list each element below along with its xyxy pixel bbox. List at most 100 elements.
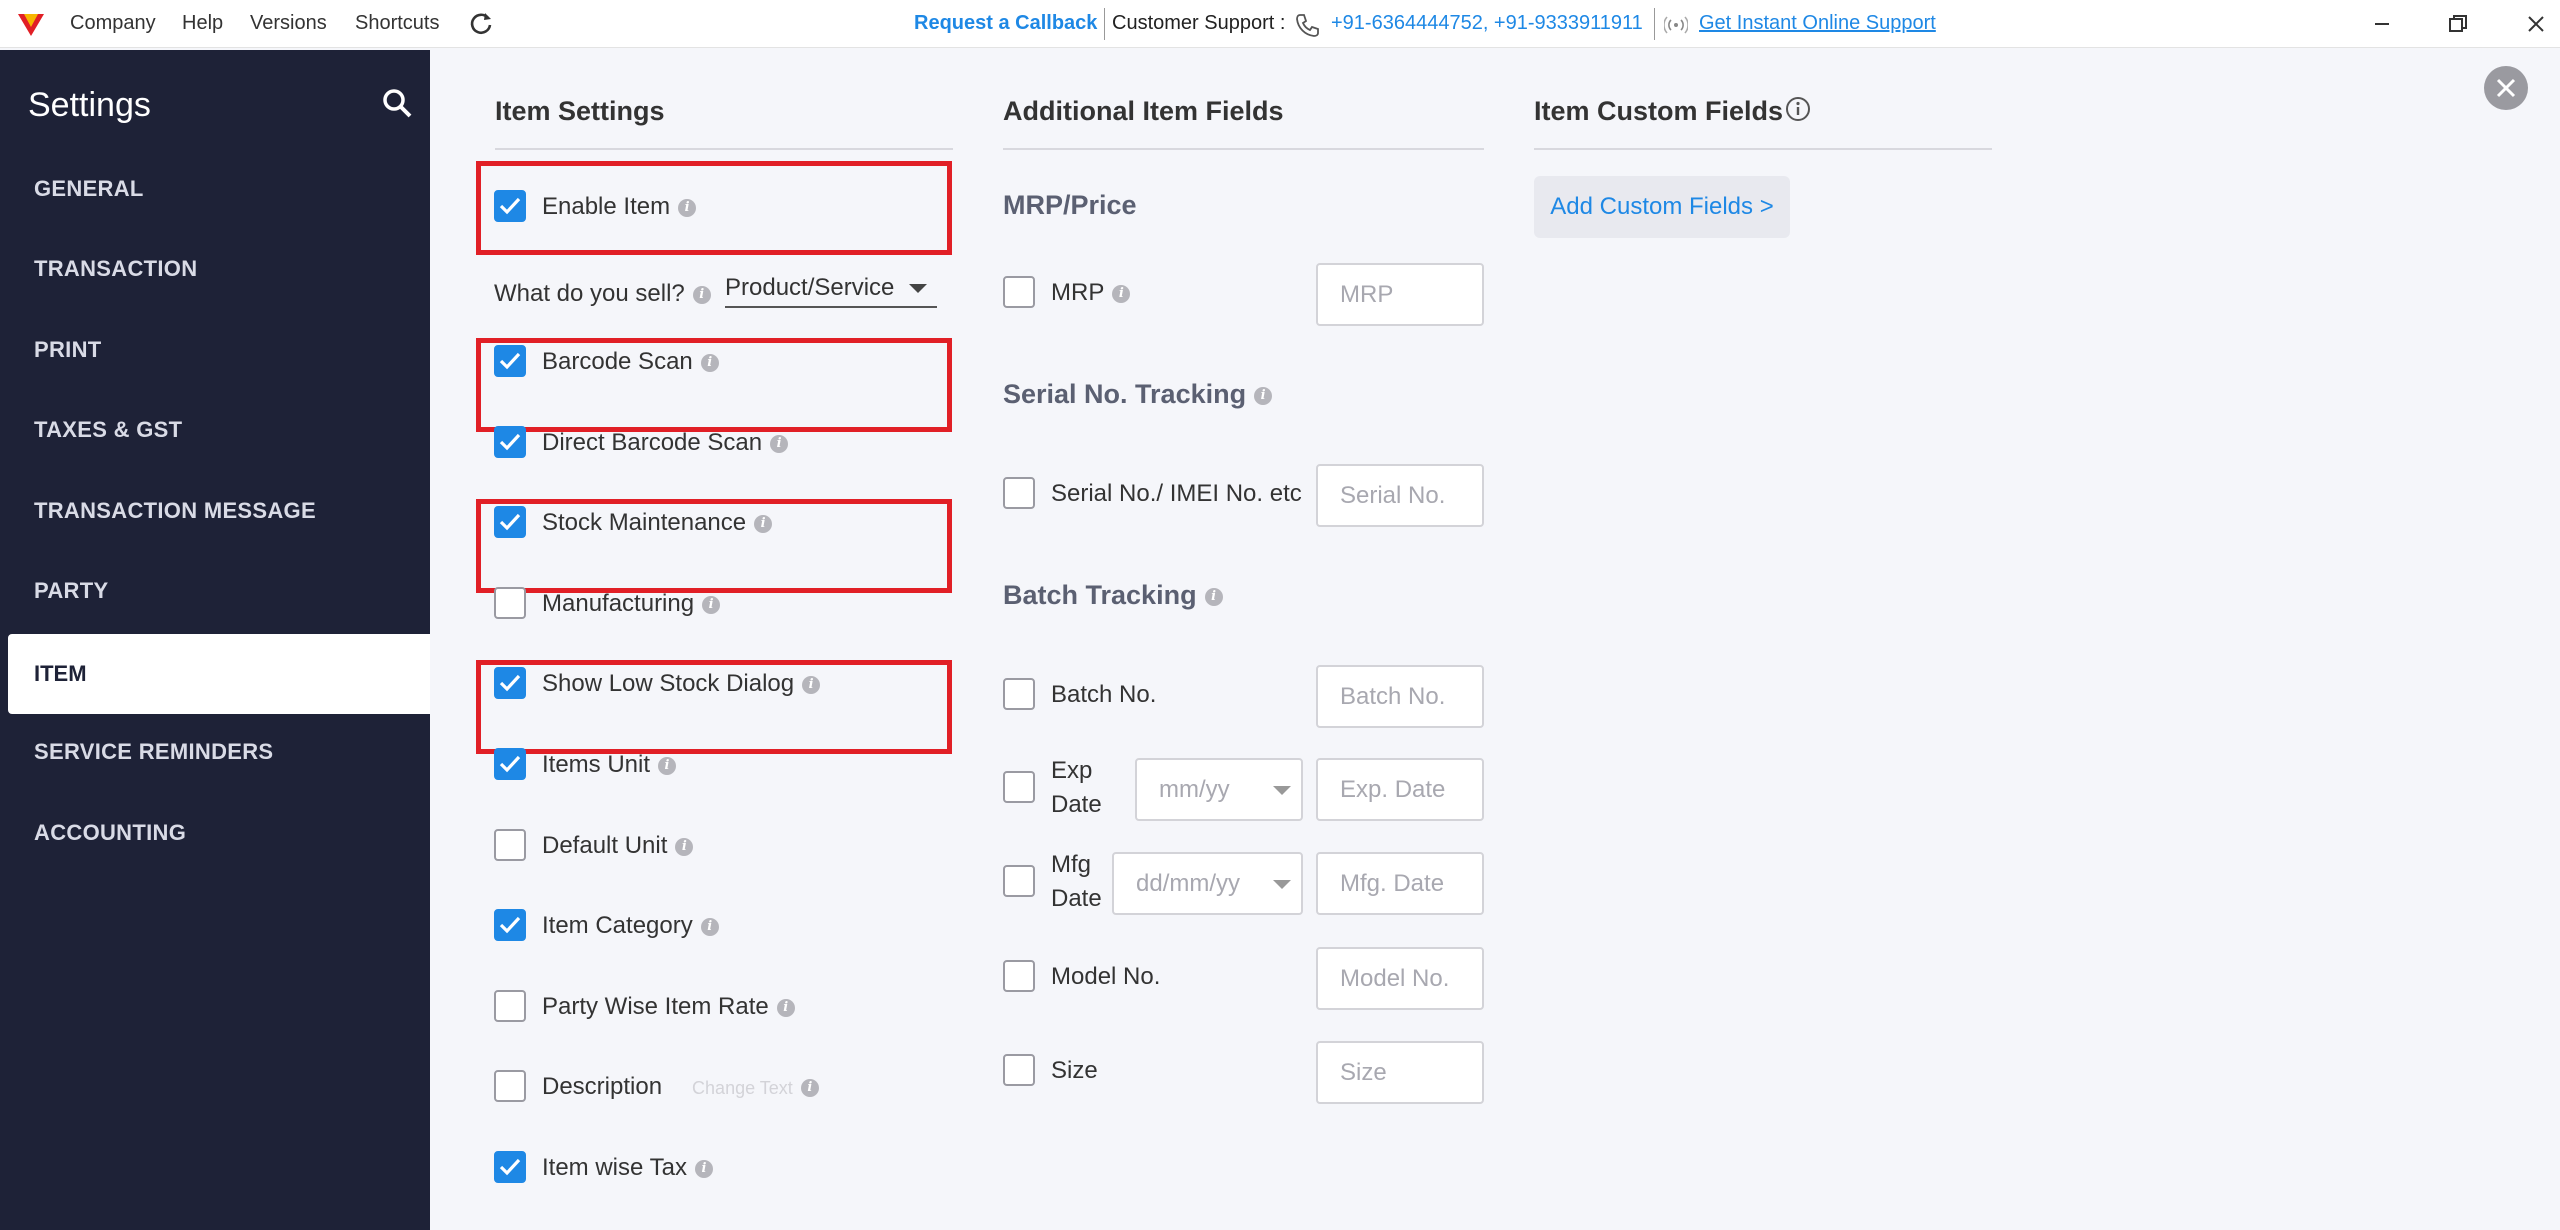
mrp-checkbox[interactable]	[1003, 276, 1035, 308]
info-icon[interactable]: i	[702, 595, 721, 614]
model-input[interactable]	[1318, 949, 1482, 1008]
size-input[interactable]	[1318, 1043, 1482, 1102]
change-text-link[interactable]: Change Text	[692, 1068, 793, 1108]
serial-row: Serial No./ IMEI No. etc	[1003, 474, 1313, 514]
info-icon[interactable]: i	[770, 434, 789, 453]
model-checkbox[interactable]	[1003, 960, 1035, 992]
sidebar-title: Settings	[28, 86, 151, 124]
default-unit-checkbox[interactable]	[494, 829, 526, 861]
close-window-icon[interactable]	[2520, 8, 2552, 40]
restore-icon[interactable]	[2442, 8, 2474, 40]
info-icon[interactable]: i	[694, 1159, 713, 1178]
enable-item-label: Enable Item i	[542, 187, 697, 227]
enable-item-checkbox[interactable]	[494, 190, 526, 222]
show-low-stock-dialog-checkbox[interactable]	[494, 667, 526, 699]
info-icon[interactable]: i	[1254, 386, 1273, 405]
info-icon[interactable]: i	[800, 1078, 819, 1097]
exp-date-label: Exp Date	[1051, 757, 1102, 818]
request-callback-link[interactable]: Request a Callback	[914, 0, 1097, 48]
add-custom-fields-button[interactable]: Add Custom Fields >	[1534, 176, 1790, 238]
item-category-label: Item Category i	[542, 906, 719, 946]
refresh-icon[interactable]	[468, 10, 494, 36]
search-icon[interactable]	[380, 86, 414, 120]
info-icon[interactable]: i	[802, 675, 821, 694]
size-checkbox[interactable]	[1003, 1054, 1035, 1086]
menu-help[interactable]: Help	[182, 0, 223, 48]
stock-maintenance-row: Stock Maintenance i	[494, 503, 934, 543]
info-icon[interactable]: i	[776, 998, 795, 1017]
mrp-input[interactable]	[1318, 265, 1482, 324]
sidebar-item-transaction[interactable]: TRANSACTION	[34, 249, 197, 289]
info-circle-icon[interactable]	[1785, 96, 1811, 122]
exp-format-value: mm/yy	[1159, 776, 1230, 803]
app-logo-icon	[18, 14, 44, 36]
info-icon[interactable]: i	[1204, 587, 1223, 606]
item-category-checkbox[interactable]	[494, 909, 526, 941]
info-icon[interactable]: i	[754, 514, 773, 533]
items-unit-label: Items Unit i	[542, 745, 677, 785]
default-unit-row: Default Unit i	[494, 826, 934, 866]
show-low-stock-dialog-row: Show Low Stock Dialog i	[494, 664, 934, 704]
menu-company[interactable]: Company	[70, 0, 156, 48]
divider	[495, 148, 953, 150]
additional-fields-heading: Additional Item Fields	[1003, 96, 1284, 126]
mfg-date-input[interactable]	[1318, 854, 1482, 913]
info-icon[interactable]: i	[1112, 284, 1131, 303]
items-unit-checkbox[interactable]	[494, 748, 526, 780]
batch-row: Batch No.	[1003, 675, 1303, 715]
online-support-link[interactable]: Get Instant Online Support	[1699, 0, 1936, 48]
minimize-icon[interactable]	[2366, 8, 2398, 40]
sidebar-item-service-reminders[interactable]: SERVICE REMINDERS	[34, 732, 273, 772]
menu-shortcuts[interactable]: Shortcuts	[355, 0, 439, 48]
stock-maintenance-checkbox[interactable]	[494, 506, 526, 538]
barcode-scan-label: Barcode Scan i	[542, 342, 719, 382]
item-settings-heading: Item Settings	[495, 96, 665, 126]
size-input-box	[1316, 1041, 1484, 1104]
close-settings-button[interactable]	[2484, 66, 2528, 110]
batch-label: Batch No.	[1051, 681, 1157, 708]
batch-input[interactable]	[1318, 667, 1482, 726]
manufacturing-checkbox[interactable]	[494, 587, 526, 619]
info-icon[interactable]: i	[675, 837, 694, 856]
sidebar-item-general[interactable]: GENERAL	[34, 169, 144, 209]
sidebar-item-print[interactable]: PRINT	[34, 330, 102, 370]
mfg-date-checkbox[interactable]	[1003, 865, 1035, 897]
sidebar-item-item[interactable]: ITEM	[8, 634, 430, 714]
party-wise-item-rate-checkbox[interactable]	[494, 990, 526, 1022]
exp-date-input[interactable]	[1318, 760, 1482, 819]
support-phones[interactable]: +91-6364444752, +91-9333911911	[1331, 0, 1643, 48]
mfg-format-select[interactable]: dd/mm/yy	[1112, 852, 1303, 915]
sidebar-item-party[interactable]: PARTY	[34, 571, 108, 611]
info-icon[interactable]: i	[692, 285, 711, 304]
sidebar-item-accounting[interactable]: ACCOUNTING	[34, 813, 186, 853]
batch-tracking-heading: Batch Tracking i	[1003, 580, 1223, 611]
info-icon[interactable]: i	[700, 917, 719, 936]
item-wise-tax-checkbox[interactable]	[494, 1151, 526, 1183]
model-input-box	[1316, 947, 1484, 1010]
menu-versions[interactable]: Versions	[250, 0, 327, 48]
mfg-format-value: dd/mm/yy	[1136, 870, 1241, 897]
mrp-heading: MRP/Price	[1003, 190, 1137, 220]
sidebar-item-transaction-message[interactable]: TRANSACTION MESSAGE	[34, 491, 316, 531]
sidebar-item-taxes-gst[interactable]: TAXES & GST	[34, 410, 182, 450]
description-checkbox[interactable]	[494, 1070, 526, 1102]
serial-input[interactable]	[1318, 466, 1482, 525]
divider	[1104, 8, 1105, 40]
what-sell-select[interactable]: Product/Service	[725, 268, 937, 308]
barcode-scan-checkbox[interactable]	[494, 345, 526, 377]
exp-date-checkbox[interactable]	[1003, 771, 1035, 803]
serial-checkbox[interactable]	[1003, 477, 1035, 509]
mrp-label: MRP i	[1051, 273, 1131, 313]
item-wise-tax-label: Item wise Tax i	[542, 1148, 713, 1188]
info-icon[interactable]: i	[700, 353, 719, 372]
serial-label: Serial No./ IMEI No. etc	[1051, 480, 1302, 507]
enable-item-row: Enable Item i	[494, 187, 894, 227]
info-icon[interactable]: i	[678, 198, 697, 217]
model-label: Model No.	[1051, 963, 1161, 990]
exp-format-select[interactable]: mm/yy	[1135, 758, 1303, 821]
direct-barcode-scan-checkbox[interactable]	[494, 426, 526, 458]
batch-checkbox[interactable]	[1003, 678, 1035, 710]
size-label: Size	[1051, 1057, 1098, 1084]
info-icon[interactable]: i	[658, 756, 677, 775]
phone-icon	[1296, 14, 1319, 37]
